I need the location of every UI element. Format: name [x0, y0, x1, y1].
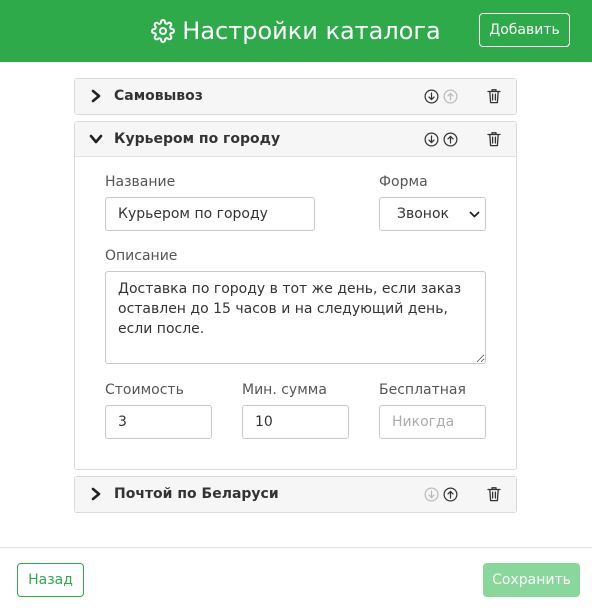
back-button[interactable]: Назад	[17, 563, 84, 597]
arrow-down-circle-icon[interactable]	[424, 132, 439, 147]
description-label: Описание	[105, 248, 178, 264]
arrow-up-circle-icon[interactable]	[443, 132, 458, 147]
chevron-right-icon[interactable]	[89, 487, 103, 501]
panel-title: Самовывоз	[114, 88, 203, 104]
panel-header[interactable]: Курьером по городу	[75, 122, 516, 157]
form-label: Форма	[379, 174, 428, 190]
panel-header[interactable]: Самовывоз	[75, 79, 516, 114]
panel-title: Курьером по городу	[114, 131, 281, 147]
delivery-method-panel: Почтой по Беларуси	[74, 476, 517, 513]
cost-input[interactable]	[105, 405, 212, 439]
form-select[interactable]: Звонок	[379, 197, 486, 231]
cost-label: Стоимость	[105, 382, 184, 398]
add-button[interactable]: Добавить	[479, 13, 570, 47]
page-title: Настройки каталога	[182, 17, 441, 45]
panel-header[interactable]: Почтой по Беларуси	[75, 477, 516, 512]
trash-icon[interactable]	[487, 131, 501, 147]
min-sum-input[interactable]	[242, 405, 349, 439]
gear-icon	[151, 19, 176, 43]
min-sum-label: Мин. сумма	[242, 382, 327, 398]
panel-title: Почтой по Беларуси	[114, 486, 279, 502]
name-input[interactable]	[105, 197, 315, 231]
arrow-down-circle-icon[interactable]	[424, 89, 439, 104]
chevron-down-icon	[469, 211, 480, 218]
description-textarea[interactable]	[105, 271, 486, 364]
free-input[interactable]	[379, 405, 486, 439]
free-label: Бесплатная	[379, 382, 466, 398]
trash-icon[interactable]	[487, 88, 501, 104]
trash-icon[interactable]	[487, 486, 501, 502]
footer-divider	[0, 547, 592, 548]
arrow-up-circle-icon[interactable]	[443, 487, 458, 502]
save-button[interactable]: Сохранить	[483, 563, 580, 597]
chevron-right-icon[interactable]	[89, 89, 103, 103]
form-select-value: Звонок	[397, 206, 449, 222]
delivery-method-panel: Самовывоз	[74, 78, 517, 115]
arrow-up-circle-icon	[443, 89, 458, 104]
name-label: Название	[105, 174, 176, 190]
app-header: Настройки каталога Добавить	[0, 0, 592, 62]
arrow-down-circle-icon	[424, 487, 439, 502]
chevron-down-icon[interactable]	[89, 132, 103, 146]
